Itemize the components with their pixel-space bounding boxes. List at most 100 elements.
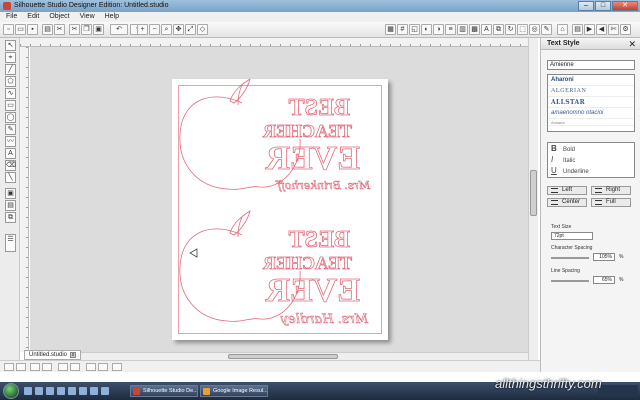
taskbar-item-google[interactable]: Google Image Resul... [200,385,268,397]
char-spacing-slider[interactable] [551,257,589,259]
quicklaunch-app4-icon[interactable] [101,387,109,395]
group-select-icon[interactable] [30,363,40,371]
line-spacing-value[interactable]: 65% [593,276,615,284]
align-icon[interactable]: ▤ [5,200,16,211]
taskbar-item-silhouette[interactable]: Silhouette Studio De... [130,385,198,397]
system-tray[interactable] [598,385,638,397]
text-style-icon[interactable]: A [481,24,492,35]
horizontal-scroll-thumb[interactable] [228,354,338,359]
cut-send-icon[interactable]: ✂ [54,24,65,35]
quicklaunch-app2-icon[interactable] [79,387,87,395]
quicklaunch-app3-icon[interactable] [90,387,98,395]
registration-icon[interactable]: ◱ [409,24,420,35]
settings-icon[interactable]: ⚙ [620,24,631,35]
offset-icon[interactable]: ⬚ [517,24,528,35]
group-icon[interactable]: ⧉ [5,212,16,223]
undo-icon[interactable]: ↶ [110,24,128,35]
start-button[interactable] [3,383,19,399]
font-list[interactable]: Aharoni ALGERIAN ALLSTAR amaenomno otaci… [547,74,635,132]
style-bold[interactable]: B Bold [548,143,634,154]
transform-icon[interactable]: ↻ [505,24,516,35]
pan-icon[interactable]: ✥ [173,24,184,35]
send-back-icon[interactable] [98,363,108,371]
layers-icon[interactable]: ☰ [5,234,16,252]
paste-icon[interactable]: ▣ [93,24,104,35]
save-icon[interactable]: ▪ [27,24,38,35]
design-artwork[interactable]: BEST TEACHER EVER BEST TEACHER EVER Mrs.… [172,79,388,340]
menu-view[interactable]: View [80,12,95,22]
gradient-icon[interactable]: ▥ [457,24,468,35]
font-item-aharoni[interactable]: Aharoni [548,75,634,86]
trace-icon[interactable]: ◎ [529,24,540,35]
knife-icon[interactable]: ✄ [608,24,619,35]
pattern-icon[interactable]: ▩ [469,24,480,35]
document-tab[interactable]: Untitled.studio x [24,350,82,360]
replicate-icon[interactable]: ⧉ [493,24,504,35]
vertical-scrollbar[interactable] [528,38,538,360]
ellipse-tool-icon[interactable]: ◯ [5,112,16,123]
quicklaunch-app-icon[interactable] [68,387,76,395]
curve-tool-icon[interactable]: ∿ [5,88,16,99]
zoom-in-icon[interactable]: + [137,24,148,35]
align-full-button[interactable]: Full [591,198,631,207]
align-center-button[interactable]: Center [547,198,587,207]
style-italic[interactable]: I Italic [548,154,634,165]
cut-send-2-icon[interactable]: ▶ [584,24,595,35]
menu-file[interactable]: File [6,12,17,22]
delete-icon[interactable] [70,363,80,371]
quicklaunch-explorer-icon[interactable] [46,387,54,395]
print-icon[interactable]: ▤ [42,24,53,35]
design-canvas[interactable]: BEST TEACHER EVER BEST TEACHER EVER Mrs.… [30,47,528,352]
zoom-out-icon[interactable]: − [149,24,160,35]
smooth-tool-icon[interactable]: 〰 [5,136,16,147]
font-item-algerian[interactable]: ALGERIAN [548,86,634,97]
font-item-amiana[interactable]: Amiana [548,119,634,126]
cut-icon[interactable]: ✂ [69,24,80,35]
menu-object[interactable]: Object [49,12,69,22]
eraser-tool-icon[interactable]: ⌫ [5,160,16,171]
shape-icon[interactable]: ◇ [197,24,208,35]
store-icon[interactable]: ⌂ [557,24,568,35]
ungroup-icon[interactable] [42,363,52,371]
grid-icon[interactable]: # [397,24,408,35]
copy-icon[interactable]: ❐ [81,24,92,35]
quicklaunch-desktop-icon[interactable] [24,387,32,395]
font-name-field[interactable]: Amienne [547,60,635,70]
cutting-mat-page[interactable]: BEST TEACHER EVER BEST TEACHER EVER Mrs.… [172,79,388,340]
font-item-amaenomno[interactable]: amaenomno otacioi [548,108,634,119]
select-tool-icon[interactable]: ↖ [5,40,16,51]
library-icon[interactable]: ▤ [572,24,583,35]
panel-close-icon[interactable]: ✕ [628,39,636,49]
rectangle-tool-icon[interactable]: ▭ [5,100,16,111]
weld-icon[interactable]: ▣ [5,188,16,199]
close-button[interactable]: ✕ [612,1,638,11]
menu-edit[interactable]: Edit [27,12,39,22]
line-spacing-slider[interactable] [551,280,589,282]
line-tool-icon[interactable]: ╱ [5,64,16,75]
minimize-button[interactable]: – [578,1,594,11]
zoom-fit-icon[interactable] [4,363,14,371]
edit-points-icon[interactable]: ⌖ [5,52,16,63]
char-spacing-value[interactable]: 105% [593,253,615,261]
line-color-icon[interactable]: ◑ [433,24,444,35]
polygon-tool-icon[interactable]: ⬠ [5,76,16,87]
line-style-icon[interactable]: ≡ [445,24,456,35]
tab-close-icon[interactable]: x [70,352,77,358]
align-left-button[interactable]: Left [547,186,587,195]
freehand-tool-icon[interactable]: ✎ [5,124,16,135]
new-icon[interactable]: ▫ [3,24,14,35]
quicklaunch-ie-icon[interactable] [35,387,43,395]
knife-tool-icon[interactable]: ╲ [5,172,16,183]
fit-page-icon[interactable]: ⤢ [185,24,196,35]
font-item-allstar[interactable]: ALLSTAR [548,97,634,108]
align-right-button[interactable]: Right [591,186,631,195]
page-setup-icon[interactable]: ▦ [385,24,396,35]
fill-color-icon[interactable]: ◐ [421,24,432,35]
send-icon[interactable]: ◀ [596,24,607,35]
horizontal-scrollbar[interactable] [30,352,528,360]
maximize-button[interactable]: □ [595,1,611,11]
open-icon[interactable]: ▭ [15,24,26,35]
zoom-select-icon[interactable]: ⌕ [161,24,172,35]
zoom-page-icon[interactable] [16,363,26,371]
menu-help[interactable]: Help [105,12,119,22]
